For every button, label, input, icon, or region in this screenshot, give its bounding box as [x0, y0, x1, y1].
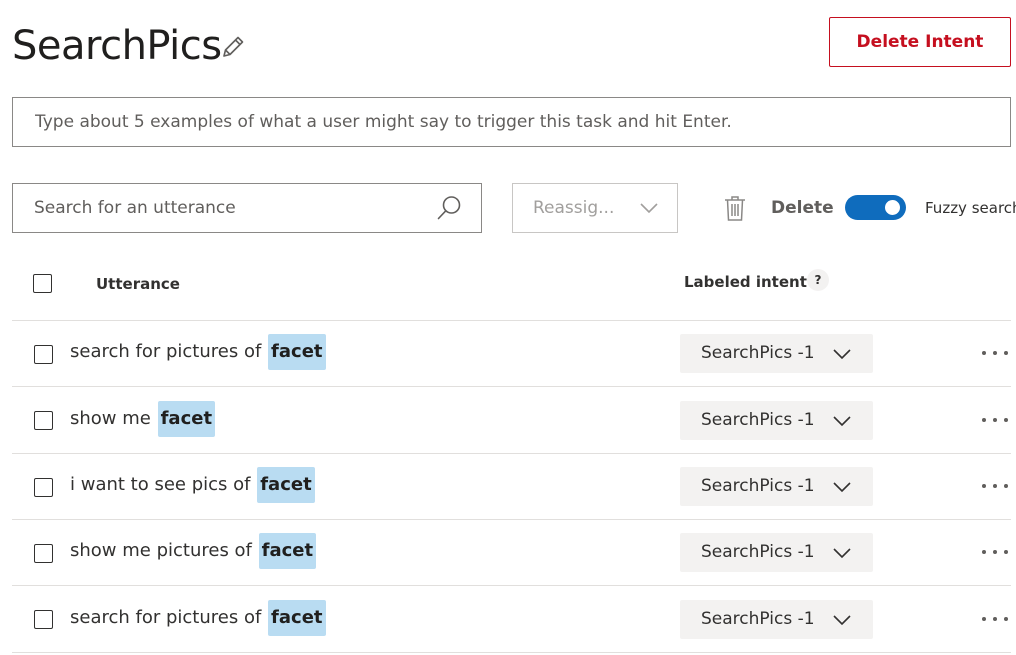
utterance-text: show me pictures of facet — [70, 533, 317, 569]
more-icon[interactable] — [980, 347, 1012, 359]
row-checkbox[interactable] — [34, 544, 53, 563]
example-utterance-input[interactable] — [12, 97, 1011, 147]
chevron-down-icon — [832, 346, 852, 362]
more-icon[interactable] — [980, 613, 1012, 625]
delete-button[interactable]: Delete — [771, 198, 834, 218]
utterance-prefix: search for pictures of — [70, 341, 262, 362]
intent-label: SearchPics -1 — [701, 542, 815, 562]
more-icon[interactable] — [980, 480, 1012, 492]
utterance-text: i want to see pics of facet — [70, 467, 315, 503]
utterance-column-header[interactable]: Utterance — [96, 275, 180, 293]
table-row: search for pictures of facet SearchPics … — [0, 587, 1016, 653]
entity-label[interactable]: facet — [268, 600, 326, 636]
entity-label[interactable]: facet — [268, 334, 326, 370]
utterance-prefix: search for pictures of — [70, 607, 262, 628]
intent-dropdown[interactable]: SearchPics -1 — [680, 467, 873, 506]
fuzzy-search-label: Fuzzy search — [925, 199, 1016, 217]
table-row: search for pictures of facet SearchPics … — [0, 321, 1016, 387]
table-row: show me facet SearchPics -1 — [0, 388, 1016, 454]
select-all-checkbox[interactable] — [33, 274, 52, 293]
entity-label[interactable]: facet — [258, 533, 317, 569]
more-icon[interactable] — [980, 546, 1012, 558]
intent-label: SearchPics -1 — [701, 343, 815, 363]
reassign-label: Reassig... — [533, 198, 615, 218]
trash-icon[interactable] — [722, 194, 748, 222]
reassign-intent-dropdown[interactable]: Reassig... — [512, 183, 678, 233]
chevron-down-icon — [832, 413, 852, 429]
help-icon[interactable]: ? — [807, 269, 829, 291]
row-divider — [12, 386, 1011, 387]
row-checkbox[interactable] — [34, 345, 53, 364]
table-row: i want to see pics of facet SearchPics -… — [0, 454, 1016, 520]
chevron-down-icon — [832, 479, 852, 495]
intent-label: SearchPics -1 — [701, 609, 815, 629]
chevron-down-icon — [832, 545, 852, 561]
utterance-prefix: show me — [70, 408, 151, 429]
chevron-down-icon — [832, 612, 852, 628]
chevron-down-icon — [639, 200, 659, 216]
more-icon[interactable] — [980, 414, 1012, 426]
utterance-prefix: i want to see pics of — [70, 474, 251, 495]
page-title: SearchPics — [12, 23, 222, 69]
fuzzy-search-toggle[interactable] — [845, 195, 906, 220]
utterance-search-box — [12, 183, 482, 233]
intent-dropdown[interactable]: SearchPics -1 — [680, 533, 873, 572]
utterance-text: search for pictures of facet — [70, 600, 326, 636]
delete-intent-button[interactable]: Delete Intent — [829, 17, 1011, 67]
utterance-prefix: show me pictures of — [70, 540, 252, 561]
row-divider — [12, 585, 1011, 586]
edit-icon[interactable] — [220, 34, 246, 60]
intent-dropdown[interactable]: SearchPics -1 — [680, 401, 873, 440]
row-checkbox[interactable] — [34, 411, 53, 430]
intent-label: SearchPics -1 — [701, 476, 815, 496]
labeled-intent-column-header[interactable]: Labeled intent — [684, 273, 807, 291]
toggle-knob — [885, 200, 900, 215]
utterance-text: show me facet — [70, 401, 216, 437]
row-checkbox[interactable] — [34, 478, 53, 497]
search-input[interactable] — [13, 184, 423, 232]
intent-label: SearchPics -1 — [701, 410, 815, 430]
row-divider — [12, 652, 1011, 653]
table-row: show me pictures of facet SearchPics -1 — [0, 520, 1016, 586]
entity-label[interactable]: facet — [157, 401, 216, 437]
intent-dropdown[interactable]: SearchPics -1 — [680, 600, 873, 639]
utterance-text: search for pictures of facet — [70, 334, 326, 370]
intent-dropdown[interactable]: SearchPics -1 — [680, 334, 873, 373]
search-icon[interactable] — [435, 194, 463, 222]
row-checkbox[interactable] — [34, 610, 53, 629]
entity-label[interactable]: facet — [257, 467, 315, 503]
